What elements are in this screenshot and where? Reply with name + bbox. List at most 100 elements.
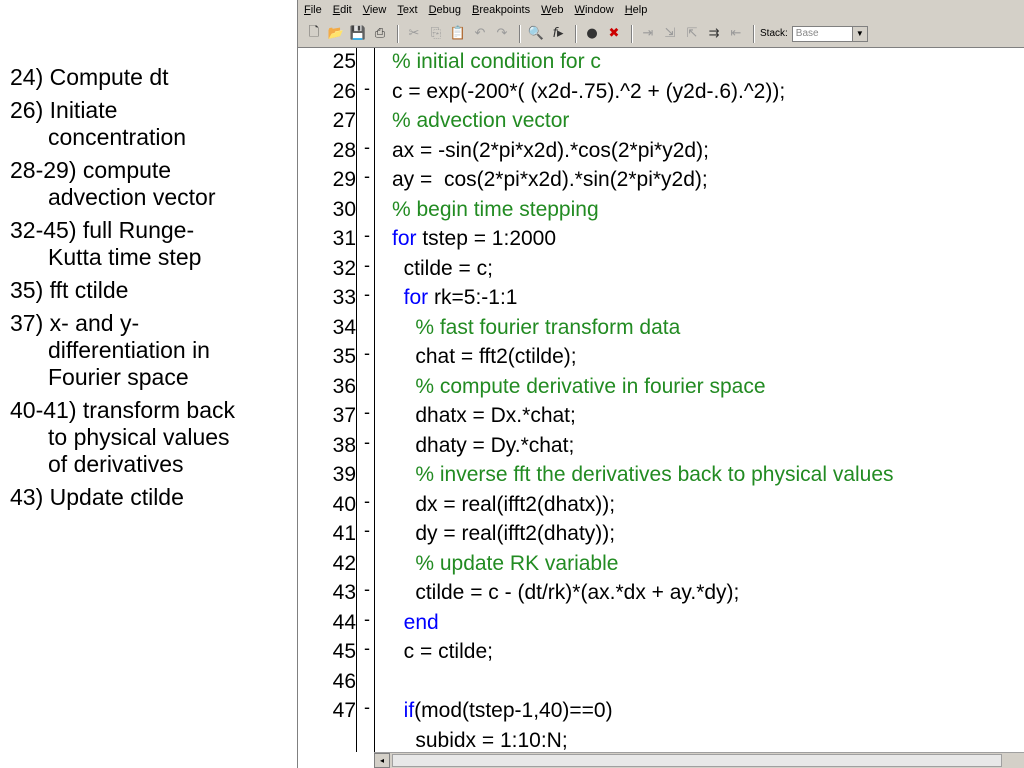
clear-breakpoint-icon[interactable]: ✖ — [604, 24, 624, 44]
save-icon[interactable]: 💾 — [348, 24, 368, 44]
step-icon[interactable]: ⇥ — [638, 24, 658, 44]
code-comment-line[interactable]: % compute derivative in fourier space — [392, 374, 766, 399]
code-text: tstep = 1:2000 — [416, 227, 557, 250]
executable-line-marker[interactable]: - — [360, 225, 374, 246]
code-text: dhaty = Dy.*chat; — [392, 433, 575, 457]
code-text: % compute derivative in fourier space — [392, 374, 766, 398]
executable-line-marker[interactable]: - — [360, 697, 374, 718]
executable-line-marker[interactable]: - — [360, 137, 374, 158]
code-comment-line[interactable]: % begin time stepping — [392, 198, 599, 222]
new-file-icon[interactable]: 🗋 — [304, 24, 324, 44]
stack-dropdown-value: Base — [795, 28, 819, 39]
code-editor[interactable]: 25% initial condition for c 26- c = exp(-2… — [298, 48, 1024, 752]
code-line[interactable]: ctilde = c; — [392, 257, 493, 281]
menu-web[interactable]: Web — [541, 4, 563, 16]
code-line[interactable]: for tstep = 1:2000 — [392, 227, 556, 251]
stack-label: Stack: — [760, 28, 788, 39]
line-number: 40 — [332, 492, 356, 516]
find-icon[interactable]: 🔍 — [526, 24, 546, 44]
executable-line-marker[interactable]: - — [360, 579, 374, 600]
line-number: 47 — [332, 699, 356, 722]
code-line[interactable]: subidx = 1:10:N; — [392, 729, 567, 753]
code-text: ctilde = c; — [392, 256, 493, 280]
code-line[interactable]: c = exp(-200*( (x2d-.75).^2 + (y2d-.6).^… — [392, 80, 785, 104]
code-line[interactable]: dhatx = Dx.*chat; — [392, 404, 576, 428]
line-number: 46 — [332, 669, 356, 693]
step-out-icon[interactable]: ⇱ — [682, 24, 702, 44]
code-line[interactable]: ay = cos(2*pi*x2d).*sin(2*pi*y2d); — [392, 168, 708, 192]
exit-debug-icon[interactable]: ⇤ — [726, 24, 746, 44]
code-line[interactable]: dx = real(ifft2(dhatx)); — [392, 493, 615, 517]
executable-line-marker[interactable]: - — [360, 284, 374, 305]
line-number: 25 — [332, 50, 356, 73]
open-folder-icon[interactable]: 📂 — [326, 24, 346, 44]
executable-line-marker[interactable]: - — [360, 402, 374, 423]
toolbar: 🗋 📂 💾 ⎙ ✂ ⎘ 📋 ↶ ↷ 🔍 f ▸ ● ✖ ⇥ ⇲ ⇱ ⇉ ⇤ Sta… — [298, 20, 1024, 48]
executable-line-marker[interactable]: - — [360, 520, 374, 541]
code-comment-line[interactable]: % fast fourier transform data — [392, 316, 680, 340]
code-text: dhatx = Dx.*chat; — [392, 404, 576, 427]
menu-view[interactable]: View — [363, 4, 387, 16]
note-item: 24) Compute dt — [10, 64, 169, 90]
menu-help[interactable]: Help — [625, 4, 648, 16]
code-text: ctilde = c - (dt/rk)*(ax.*dx + ay.*dy); — [392, 581, 740, 604]
code-line[interactable]: if(mod(tstep-1,40)==0) — [392, 699, 613, 723]
note-item: 35) fft ctilde — [10, 277, 129, 303]
executable-line-marker[interactable]: - — [360, 609, 374, 630]
code-comment-line[interactable]: % inverse fft the derivatives back to ph… — [392, 463, 893, 487]
note-item: 26) Initiate concentration — [10, 97, 187, 150]
code-line[interactable]: chat = fft2(ctilde); — [392, 345, 576, 369]
code-comment-line[interactable]: % initial condition for c — [392, 50, 601, 74]
chevron-down-icon[interactable]: ▼ — [851, 26, 867, 41]
code-line[interactable]: dy = real(ifft2(dhaty)); — [392, 522, 615, 546]
toolbar-separator — [519, 24, 521, 43]
code-comment-line[interactable]: % update RK variable — [392, 552, 618, 576]
function-icon[interactable]: f ▸ — [548, 24, 568, 44]
continue-icon[interactable]: ⇉ — [704, 24, 724, 44]
menu-window[interactable]: Window — [575, 4, 614, 16]
print-icon[interactable]: ⎙ — [370, 24, 390, 44]
executable-line-marker[interactable]: - — [360, 343, 374, 364]
menu-edit[interactable]: Edit — [333, 4, 352, 16]
horizontal-scrollbar[interactable]: ◂ — [374, 752, 1024, 768]
line-number: 32 — [332, 256, 356, 280]
code-line[interactable]: c = ctilde; — [392, 640, 493, 664]
toolbar-separator — [575, 24, 577, 43]
note-item: 43) Update ctilde — [10, 484, 184, 510]
code-text: dx = real(ifft2(dhatx)); — [392, 492, 616, 516]
line-number: 44 — [332, 610, 356, 634]
code-line[interactable]: ctilde = c - (dt/rk)*(ax.*dx + ay.*dy); — [392, 581, 739, 605]
undo-icon[interactable]: ↶ — [470, 24, 490, 44]
cut-icon[interactable]: ✂ — [404, 24, 424, 44]
executable-line-marker[interactable]: - — [360, 638, 374, 659]
line-number: 37 — [332, 404, 356, 427]
paste-icon[interactable]: 📋 — [448, 24, 468, 44]
executable-line-marker[interactable]: - — [360, 255, 374, 276]
code-line[interactable]: dhaty = Dy.*chat; — [392, 434, 574, 458]
code-text: % begin time stepping — [392, 197, 599, 221]
redo-icon[interactable]: ↷ — [492, 24, 512, 44]
code-text: dy = real(ifft2(dhaty)); — [392, 522, 616, 545]
copy-icon[interactable]: ⎘ — [426, 24, 446, 44]
toolbar-separator — [397, 24, 399, 43]
note-item: 28-29) compute advection vector — [10, 157, 216, 210]
menu-file[interactable]: File — [304, 4, 322, 16]
code-comment-line[interactable]: % advection vector — [392, 109, 569, 133]
executable-line-marker[interactable]: - — [360, 166, 374, 187]
code-text: % fast fourier transform data — [392, 315, 681, 339]
scrollbar-thumb[interactable] — [392, 754, 1002, 767]
scroll-left-icon[interactable]: ◂ — [374, 753, 390, 768]
stack-dropdown[interactable]: Base ▼ — [791, 25, 868, 42]
code-line[interactable]: ax = -sin(2*pi*x2d).*cos(2*pi*y2d); — [392, 139, 709, 163]
executable-line-marker[interactable]: - — [360, 78, 374, 99]
code-line[interactable]: for rk=5:-1:1 — [392, 286, 518, 310]
set-breakpoint-icon[interactable]: ● — [582, 24, 602, 44]
line-number: 27 — [332, 109, 356, 132]
step-in-icon[interactable]: ⇲ — [660, 24, 680, 44]
code-line[interactable]: end — [392, 611, 439, 635]
executable-line-marker[interactable]: - — [360, 432, 374, 453]
menu-text[interactable]: Text — [397, 4, 417, 16]
menu-breakpoints[interactable]: Breakpoints — [472, 4, 530, 16]
executable-line-marker[interactable]: - — [360, 491, 374, 512]
menu-debug[interactable]: Debug — [429, 4, 461, 16]
